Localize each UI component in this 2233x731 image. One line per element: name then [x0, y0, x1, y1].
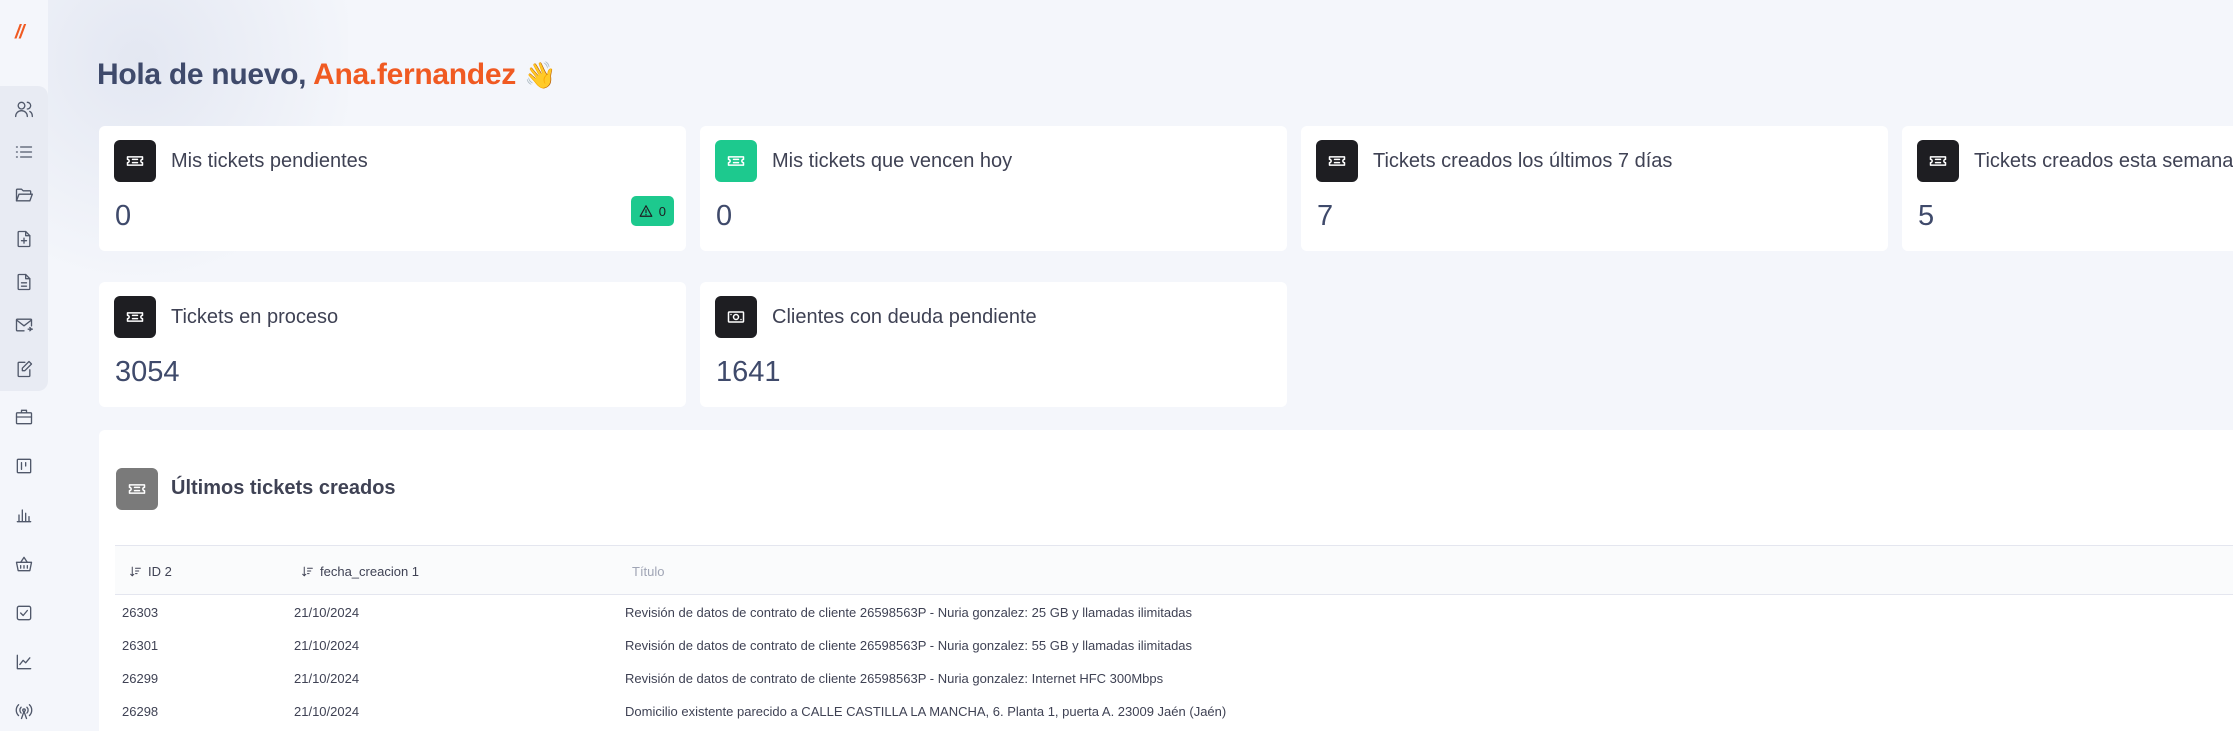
card-title: Tickets creados esta semana — [1974, 150, 2233, 172]
card-pending-debt[interactable]: Clientes con deuda pendiente 1641 — [700, 282, 1287, 407]
column-header-title[interactable]: Título — [632, 564, 665, 579]
table-header: ID 2 fecha_creacion 1 Título — [115, 545, 2233, 595]
sidebar-item-network[interactable] — [13, 700, 35, 722]
sidebar: // — [0, 0, 48, 731]
ticket-icon — [1917, 140, 1959, 182]
checkbox-icon — [16, 605, 32, 621]
table-row[interactable]: 26299 21/10/2024 Revisión de datos de co… — [115, 663, 2233, 696]
cell-title: Revisión de datos de contrato de cliente… — [625, 671, 1164, 686]
file-plus-icon — [17, 230, 31, 248]
ticket-icon — [1316, 140, 1358, 182]
money-icon — [715, 296, 757, 338]
card-title: Clientes con deuda pendiente — [772, 306, 1037, 328]
edit-document-icon — [17, 360, 33, 378]
cell-title: Domicilio existente parecido a CALLE CAS… — [625, 704, 1227, 719]
card-value: 7 — [1317, 200, 1334, 232]
badge-count: 0 — [658, 203, 666, 219]
card-title: Tickets creados los últimos 7 días — [1373, 150, 1673, 172]
sidebar-item-mail[interactable] — [13, 314, 35, 336]
users-icon — [15, 101, 33, 118]
briefcase-icon — [15, 409, 33, 425]
card-due-today[interactable]: Mis tickets que vencen hoy 0 — [700, 126, 1287, 251]
panel-title: Últimos tickets creados — [171, 477, 396, 499]
sidebar-item-analytics[interactable] — [13, 651, 35, 673]
card-in-process[interactable]: Tickets en proceso 3054 — [99, 282, 686, 407]
cell-date: 21/10/2024 — [294, 605, 360, 620]
sidebar-item-kanban[interactable] — [13, 455, 35, 477]
sidebar-item-briefcase[interactable] — [13, 406, 35, 428]
sidebar-item-reports[interactable] — [13, 504, 35, 526]
ticket-icon — [114, 296, 156, 338]
card-last-7-days[interactable]: Tickets creados los últimos 7 días 7 — [1301, 126, 1888, 251]
list-icon — [15, 146, 33, 158]
sort-desc-icon — [130, 566, 141, 577]
card-value: 5 — [1918, 200, 1935, 232]
greeting-text: Hola de nuevo, — [97, 58, 307, 91]
column-header-id[interactable]: ID 2 — [129, 564, 172, 579]
cell-date: 21/10/2024 — [294, 671, 360, 686]
sidebar-item-folders[interactable] — [13, 184, 35, 206]
card-value: 0 — [115, 200, 132, 232]
table-row[interactable]: 26303 21/10/2024 Revisión de datos de co… — [115, 597, 2233, 630]
file-text-icon — [17, 273, 31, 291]
basket-icon — [15, 556, 33, 572]
card-pending-tickets[interactable]: Mis tickets pendientes 0 0 — [99, 126, 686, 251]
table-row[interactable]: 26298 21/10/2024 Domicilio existente par… — [115, 696, 2233, 729]
ticket-icon — [116, 468, 158, 510]
table-row[interactable]: 26301 21/10/2024 Revisión de datos de co… — [115, 630, 2233, 663]
app-logo[interactable]: // — [15, 22, 25, 44]
cell-date: 21/10/2024 — [294, 704, 360, 719]
sidebar-item-tasks[interactable] — [13, 602, 35, 624]
card-title: Mis tickets que vencen hoy — [772, 150, 1013, 172]
card-value: 1641 — [716, 356, 781, 388]
sort-desc-icon — [302, 566, 313, 577]
ticket-icon — [715, 140, 757, 182]
card-title: Mis tickets pendientes — [171, 150, 368, 172]
cell-id: 26299 — [122, 671, 159, 686]
cell-id: 26301 — [122, 638, 159, 653]
sidebar-item-new-file[interactable] — [13, 228, 35, 250]
username: Ana.fernandez — [313, 58, 516, 91]
antenna-icon — [15, 704, 33, 720]
sidebar-item-list[interactable] — [13, 141, 35, 163]
line-chart-icon — [16, 654, 32, 670]
card-this-week[interactable]: Tickets creados esta semana 5 — [1902, 126, 2233, 251]
sidebar-item-edit-docs[interactable] — [13, 358, 35, 380]
kanban-icon — [16, 458, 32, 474]
cell-id: 26303 — [122, 605, 159, 620]
cell-date: 21/10/2024 — [294, 638, 360, 653]
cell-title: Revisión de datos de contrato de cliente… — [625, 638, 1193, 653]
ticket-icon — [114, 140, 156, 182]
wave-emoji: 👋 — [523, 60, 557, 90]
cell-title: Revisión de datos de contrato de cliente… — [625, 605, 1193, 620]
card-value: 3054 — [115, 356, 180, 388]
cell-id: 26298 — [122, 704, 159, 719]
sidebar-item-users[interactable] — [13, 98, 35, 120]
mail-send-icon — [15, 318, 33, 332]
sidebar-item-shop[interactable] — [13, 553, 35, 575]
sidebar-item-documents[interactable] — [13, 271, 35, 293]
latest-tickets-panel: Últimos tickets creados ID 2 fecha_creac… — [99, 430, 2233, 731]
warning-icon — [639, 205, 653, 217]
column-header-date[interactable]: fecha_creacion 1 — [301, 564, 419, 579]
folder-open-icon — [15, 188, 33, 202]
page-greeting: Hola de nuevo, Ana.fernandez 👋 — [97, 58, 556, 92]
bar-chart-icon — [16, 509, 32, 523]
warning-badge[interactable]: 0 — [630, 196, 674, 226]
card-value: 0 — [716, 200, 733, 232]
card-title: Tickets en proceso — [171, 306, 339, 328]
